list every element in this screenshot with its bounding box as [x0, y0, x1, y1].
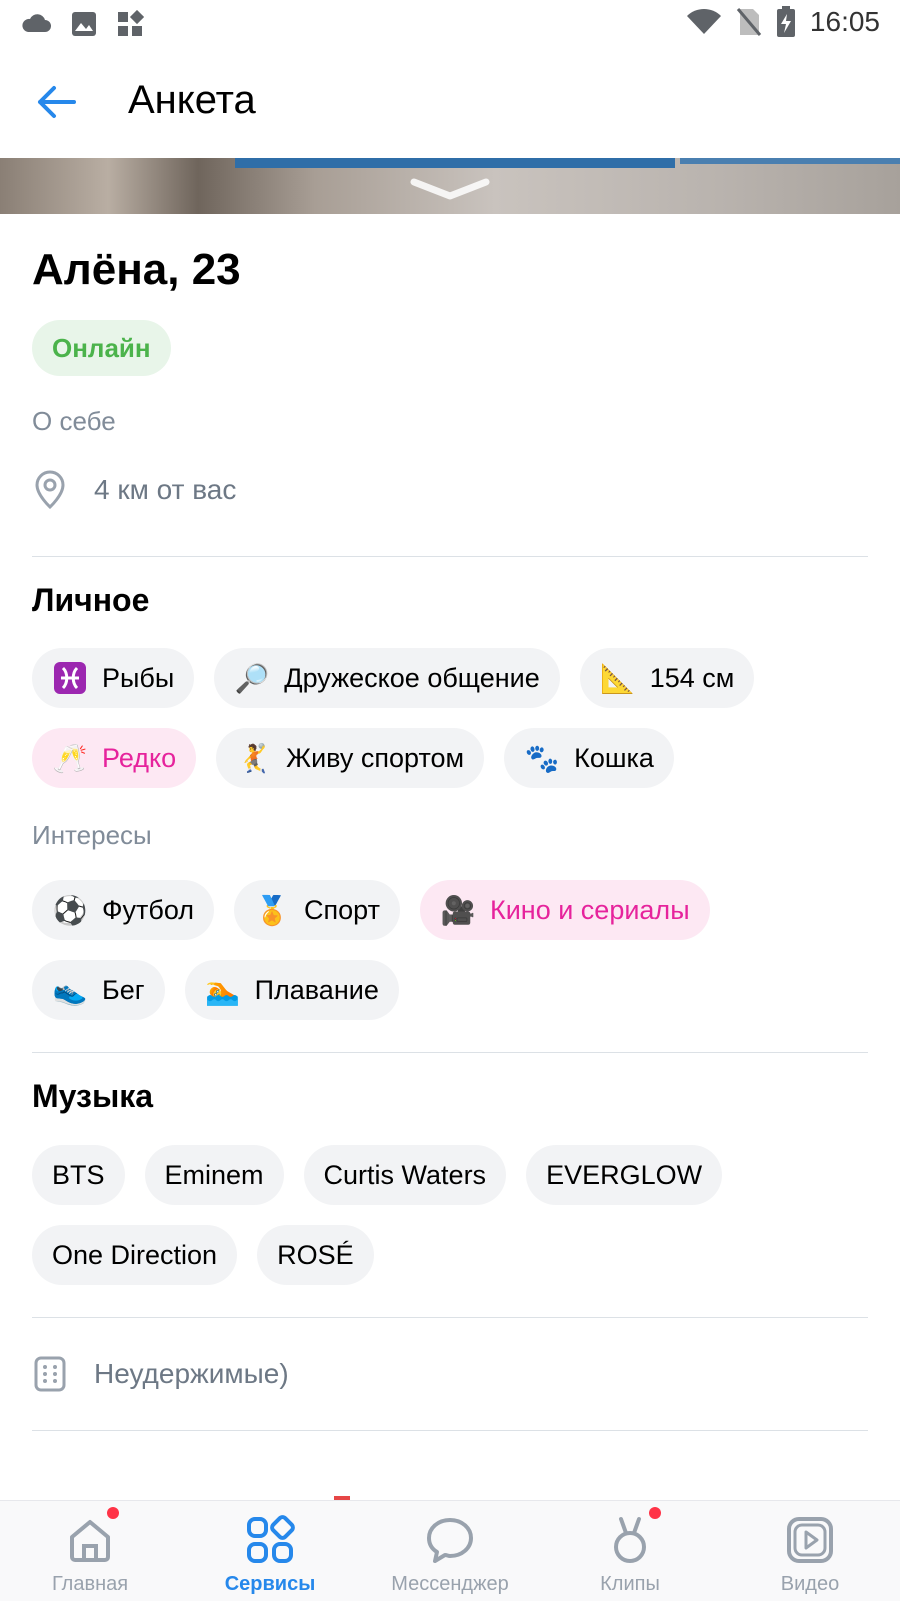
page-title: Анкета: [128, 78, 256, 122]
chip-label: Кино и сериалы: [489, 894, 690, 925]
tab-label: Главная: [51, 1573, 129, 1595]
chip-label: 154 см: [649, 662, 735, 693]
chip-football[interactable]: ⚽ Футбол: [32, 880, 215, 940]
divider: [32, 1430, 868, 1431]
chip-sport[interactable]: 🤾 Живу спортом: [216, 728, 485, 788]
tab-label: Сервисы: [224, 1573, 316, 1595]
ruler-icon: 📐: [600, 662, 636, 694]
online-status-badge: Онлайн: [32, 320, 171, 376]
chip-artist[interactable]: EVERGLOW: [526, 1145, 723, 1205]
section-title-personal: Личное: [32, 582, 150, 618]
tab-label: Видео: [780, 1573, 840, 1595]
personal-chips-row-2: 🥂 Редко 🤾 Живу спортом 🐾 Кошка: [32, 728, 674, 788]
dice-icon: [34, 1356, 66, 1392]
movie-camera-icon: 🎥: [440, 894, 476, 926]
interests-chips-row-1: ⚽ Футбол 🏅 Спорт 🎥 Кино и сериалы: [32, 880, 710, 940]
wifi-icon: [686, 8, 721, 34]
section-title-interests: Интересы: [32, 820, 152, 850]
chip-label: Живу спортом: [286, 742, 465, 773]
chip-label: Рыбы: [102, 662, 175, 693]
photo-detail: [680, 158, 900, 164]
section-title-music: Музыка: [32, 1078, 154, 1114]
cloud-icon: [22, 14, 51, 32]
chip-artist[interactable]: ROSÉ: [257, 1225, 374, 1285]
chip-artist[interactable]: BTS: [32, 1145, 125, 1205]
music-chips-row-1: BTS Eminem Curtis Waters EVERGLOW: [32, 1145, 723, 1205]
status-left-icons: [20, 10, 144, 38]
location-pin-icon: [35, 470, 65, 510]
about-label: О себе: [32, 406, 116, 436]
chip-label: Редко: [102, 742, 177, 773]
location-row: 4 км от вас: [32, 470, 236, 510]
chip-label: Футбол: [102, 894, 195, 925]
chip-artist[interactable]: One Direction: [32, 1225, 238, 1285]
divider: [32, 1052, 868, 1053]
messenger-icon: [427, 1518, 473, 1563]
tab-video[interactable]: Видео: [720, 1501, 900, 1601]
image-icon: [72, 12, 96, 36]
back-arrow-icon[interactable]: [34, 80, 78, 124]
personal-chips-row-1: Рыбы 🔎 Дружеское общение 📐 154 см: [32, 648, 755, 708]
medal-icon: 🏅: [254, 894, 290, 926]
swimmer-icon: 🏊: [205, 974, 241, 1006]
chip-movies[interactable]: 🎥 Кино и сериалы: [419, 880, 710, 940]
app-header: Анкета: [0, 50, 900, 158]
sneaker-icon: 👟: [52, 974, 88, 1006]
services-icon: [247, 1515, 295, 1563]
bottom-tab-bar: Главная Сервисы Мессенджер Клипы Видео: [0, 1500, 900, 1601]
tab-home[interactable]: Главная: [0, 1501, 180, 1601]
status-bar: 16:05: [0, 0, 900, 50]
tab-label: Клипы: [600, 1573, 660, 1595]
chip-pets[interactable]: 🐾 Кошка: [504, 728, 674, 788]
divider: [32, 1317, 868, 1318]
chip-label: Спорт: [304, 894, 380, 925]
video-icon: [787, 1517, 833, 1563]
tab-messenger[interactable]: Мессенджер: [360, 1501, 540, 1601]
tab-label: Мессенджер: [391, 1573, 509, 1595]
chip-running[interactable]: 👟 Бег: [32, 960, 165, 1020]
tab-services[interactable]: Сервисы: [180, 1501, 360, 1601]
champagne-icon: 🥂: [52, 742, 88, 774]
profile-name: Алёна, 23: [32, 245, 241, 294]
extra-info-row: Неудержимые): [32, 1355, 289, 1393]
chip-height[interactable]: 📐 154 см: [579, 648, 755, 708]
widgets-icon: [118, 10, 144, 36]
chip-artist[interactable]: Eminem: [144, 1145, 284, 1205]
no-sim-icon: [736, 8, 762, 36]
music-chips-row-2: One Direction ROSÉ: [32, 1225, 374, 1285]
notification-dot: [107, 1507, 119, 1519]
extra-text: Неудержимые): [94, 1358, 289, 1389]
status-right-icons: 16:05: [686, 6, 880, 38]
chip-label: Плавание: [254, 974, 379, 1005]
interests-chips-row-2: 👟 Бег 🏊 Плавание: [32, 960, 399, 1020]
profile-photo[interactable]: [0, 158, 900, 214]
divider: [32, 556, 868, 557]
photo-detail: [235, 158, 675, 168]
clips-icon: [614, 1517, 646, 1563]
chip-label: Кошка: [574, 742, 654, 773]
chip-label: Дружеское общение: [284, 662, 540, 693]
chip-label: Бег: [102, 974, 145, 1005]
pisces-icon: [52, 660, 88, 696]
home-icon: [70, 1520, 110, 1562]
chip-sport-interest[interactable]: 🏅 Спорт: [234, 880, 400, 940]
paw-icon: 🐾: [524, 742, 560, 774]
chip-looking-for[interactable]: 🔎 Дружеское общение: [214, 648, 560, 708]
tab-clips[interactable]: Клипы: [540, 1501, 720, 1601]
soccer-ball-icon: ⚽: [52, 894, 88, 926]
chip-zodiac[interactable]: Рыбы: [32, 648, 195, 708]
chevron-down-icon[interactable]: [410, 176, 490, 202]
athlete-icon: 🤾: [236, 742, 272, 774]
clock: 16:05: [809, 6, 880, 37]
distance-text: 4 км от вас: [94, 474, 237, 505]
chip-artist[interactable]: Curtis Waters: [303, 1145, 507, 1205]
chip-alcohol[interactable]: 🥂 Редко: [32, 728, 197, 788]
magnifier-icon: 🔎: [234, 662, 270, 694]
notification-dot: [649, 1507, 661, 1519]
battery-charging-icon: [776, 6, 795, 37]
chip-swimming[interactable]: 🏊 Плавание: [184, 960, 399, 1020]
